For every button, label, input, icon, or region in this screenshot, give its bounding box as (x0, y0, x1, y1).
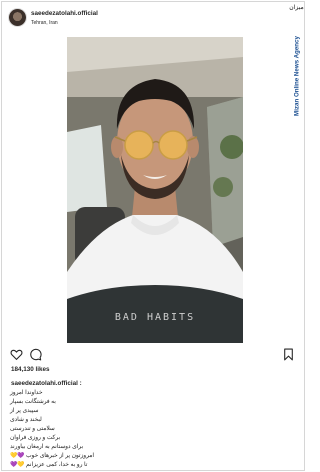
comment-icon[interactable] (29, 348, 42, 361)
caption-line: به فرشتگانت بسپار (10, 399, 56, 405)
caption-line: برکت و روزی فراوان (10, 435, 61, 441)
caption-line: امروزتون پر از خبرهای خوب 💜💛 (10, 453, 95, 459)
watermark-text: Mizan Online News Agency (293, 36, 301, 116)
post-username[interactable]: saeedezatolahi.official (31, 10, 98, 17)
caption-line: سلامتی و تندرستی (10, 426, 55, 432)
likes-count[interactable]: 184,130 likes (11, 366, 50, 373)
caption-line: برای دوستانم به ارمغان بیاورند (10, 444, 84, 450)
post-actions (2, 348, 304, 362)
shirt-print-text: BAD HABITS (114, 312, 196, 323)
bookmark-icon[interactable] (283, 348, 294, 361)
post-photo[interactable]: BAD HABITS (67, 37, 243, 343)
post-location[interactable]: Tehran, Iran (31, 20, 58, 26)
post-header: saeedezatolahi.official Tehran, Iran (2, 2, 304, 35)
mizan-logo: میزان (289, 4, 304, 11)
news-agency-watermark: میزان Mizan Online News Agency (286, 2, 308, 116)
instagram-post-card: saeedezatolahi.official Tehran, Iran BAD… (1, 1, 305, 471)
caption-text: خداوندا امروز به فرشتگانت بسپار سپیدی پر… (10, 389, 170, 470)
avatar[interactable] (9, 9, 26, 26)
caption-line: لبخند و شادی (10, 417, 42, 423)
heart-icon[interactable] (10, 348, 23, 361)
caption-username[interactable]: saeedezatolahi.official : (11, 380, 82, 387)
selfie-image (67, 37, 243, 343)
caption-line: خداوندا امروز (10, 390, 43, 396)
caption-line: تا رو به خدا، کمی عزیزانم 💛💜 (10, 462, 88, 468)
caption-line: سپیدی پر از (10, 408, 39, 414)
